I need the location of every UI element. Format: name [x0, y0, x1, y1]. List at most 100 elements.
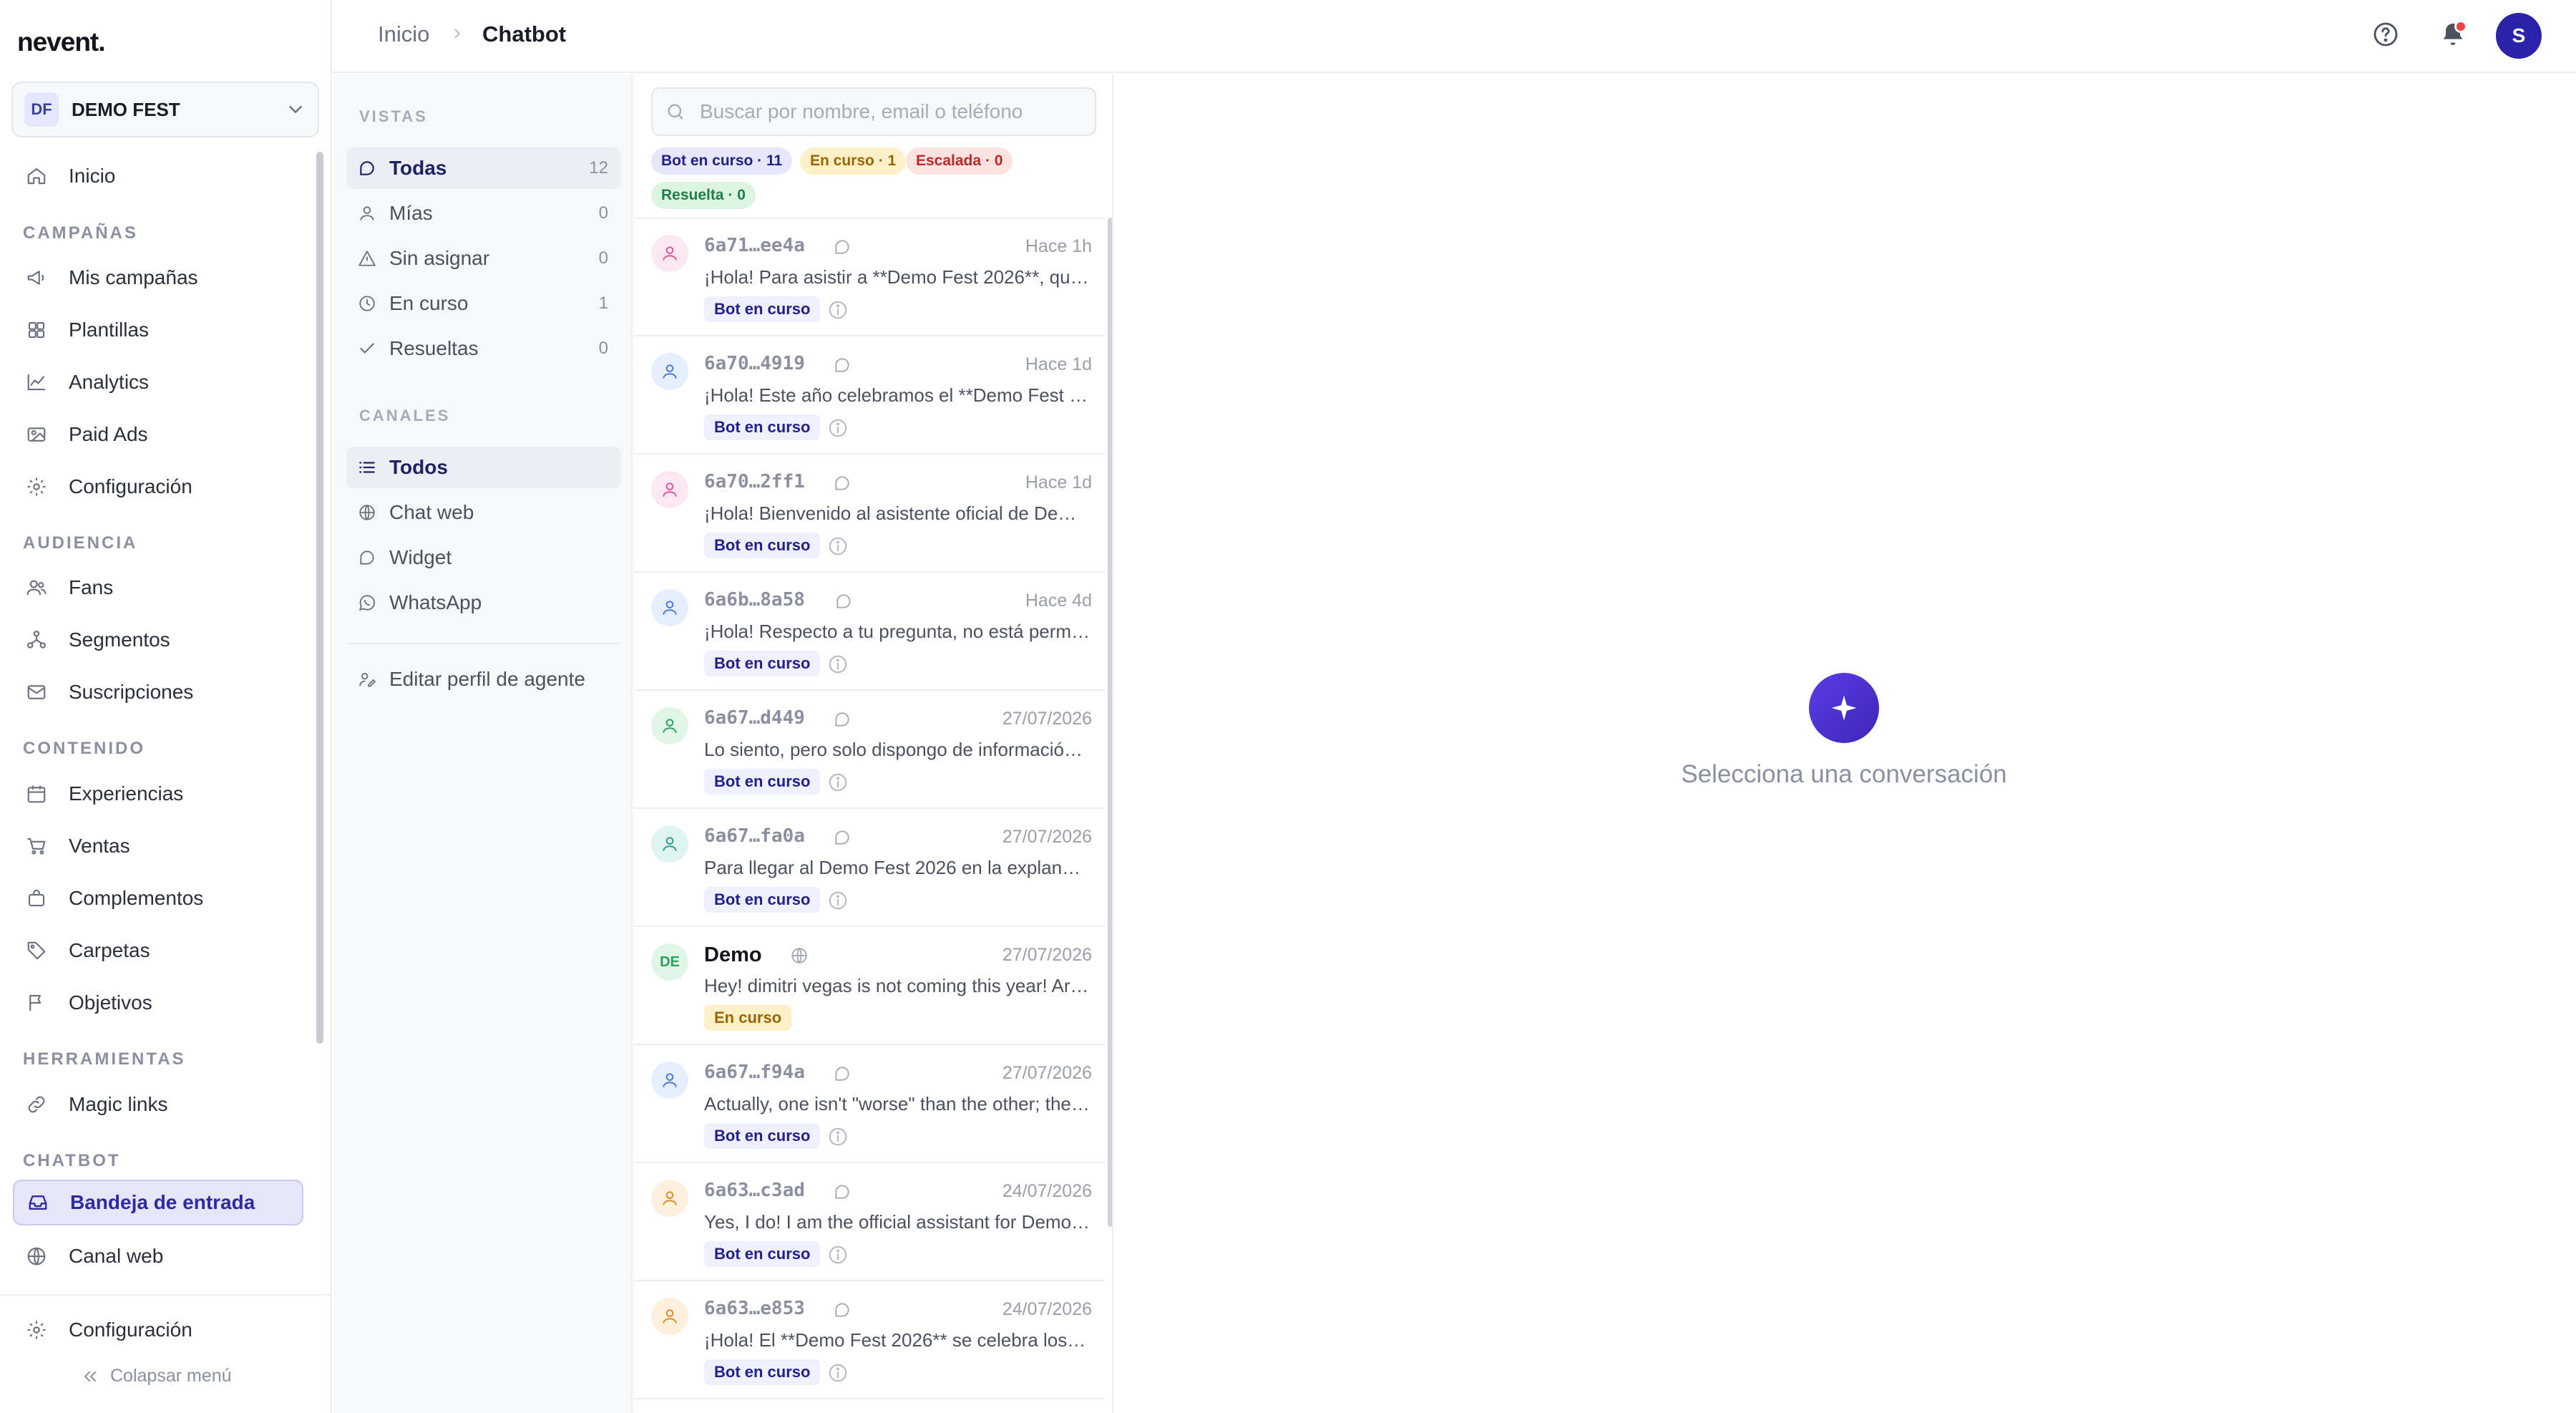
status-chip-bot-en-curso[interactable]: Bot en curso · 11: [651, 147, 793, 175]
channel-chat-web[interactable]: Chat web: [346, 492, 621, 533]
info-icon[interactable]: [827, 299, 849, 321]
sidebar-scrollbar[interactable]: [316, 152, 323, 1044]
calendar-icon: [27, 785, 46, 803]
collapse-menu-button[interactable]: Colapsar menú: [82, 1366, 232, 1387]
conversation-row[interactable]: 6a63…e853 24/07/2026 ¡Hola! El **Demo Fest…: [634, 1282, 1105, 1399]
conversation-preview: ¡Hola! Para asistir a **Demo Fest 2026**…: [704, 266, 1091, 288]
conversation-row[interactable]: 6a70…4919 Hace 1d ¡Hola! Este año celebram…: [634, 337, 1105, 455]
sidebar-item-segmentos[interactable]: Segmentos: [13, 617, 303, 663]
sidebar-item-configuracion-campanas[interactable]: Configuración: [13, 464, 303, 510]
sidebar-item-plantillas[interactable]: Plantillas: [13, 307, 303, 353]
conversation-avatar: [651, 235, 688, 272]
sidebar-item-magic-links[interactable]: Magic links: [13, 1082, 303, 1127]
info-icon[interactable]: [827, 417, 849, 439]
sidebar-item-suscripciones[interactable]: Suscripciones: [13, 669, 303, 715]
conversation-list-panel: Bot en curso · 11 En curso · 1 Escalada …: [634, 74, 1113, 1413]
conversation-avatar: DE: [651, 943, 688, 981]
user-avatar[interactable]: S: [2496, 13, 2542, 59]
sidebar-item-complementos[interactable]: Complementos: [13, 875, 303, 921]
view-resueltas[interactable]: Resueltas 0: [346, 328, 621, 369]
conversation-row[interactable]: 6a70…2ff1 Hace 1d ¡Hola! Bienvenido al asi…: [634, 455, 1105, 573]
nevent-logo[interactable]: nevent.: [17, 27, 106, 57]
gear-icon: [27, 477, 46, 496]
status-chip-resuelta[interactable]: Resuelta · 0: [651, 182, 756, 209]
sidebar-item-inicio[interactable]: Inicio: [13, 153, 303, 199]
conversation-status-badge: Bot en curso: [704, 1241, 821, 1267]
sidebar-item-mis-campanas[interactable]: Mis campañas: [13, 255, 303, 301]
info-icon[interactable]: [827, 535, 849, 557]
conversation-preview: Lo siento, pero solo dispongo de informa…: [704, 739, 1091, 760]
search-box[interactable]: [651, 87, 1096, 136]
sidebar-item-objetivos[interactable]: Objetivos: [13, 980, 303, 1026]
section-contenido: CONTENIDO: [23, 739, 145, 758]
conversation-name: 6a63…e853: [704, 1298, 805, 1319]
conversation-row[interactable]: 6a71…ee4a Hace 1h ¡Hola! Para asistir a **…: [634, 219, 1105, 336]
app-sidebar: nevent. DF DEMO FEST Inicio CAMPAÑAS Mis…: [0, 0, 332, 1413]
chat-bubble-icon: [360, 550, 374, 565]
view-label: Sin asignar: [389, 247, 490, 269]
mail-icon: [27, 685, 46, 699]
info-icon[interactable]: [827, 1126, 849, 1147]
sidebar-item-fans[interactable]: Fans: [13, 565, 303, 611]
sidebar-item-label: Inicio: [69, 165, 116, 187]
conversation-name: 6a67…fa0a: [704, 825, 805, 847]
view-label: Resueltas: [389, 337, 479, 359]
conversation-time: 24/07/2026: [1002, 1299, 1092, 1319]
conversation-avatar: [651, 471, 688, 508]
sidebar-item-ventas[interactable]: Ventas: [13, 823, 303, 869]
sidebar-item-label: Objetivos: [69, 991, 152, 1014]
list-scrollbar[interactable]: [1108, 218, 1112, 1227]
info-icon[interactable]: [827, 772, 849, 793]
conversation-row[interactable]: 6a63…c3ad 24/07/2026 Yes, I do! I am the o…: [634, 1164, 1105, 1281]
info-icon[interactable]: [827, 654, 849, 675]
tag-icon: [27, 941, 46, 960]
info-icon[interactable]: [827, 890, 849, 911]
sidebar-item-bandeja-de-entrada[interactable]: Bandeja de entrada: [13, 1180, 303, 1225]
info-icon[interactable]: [827, 1362, 849, 1384]
channel-todos[interactable]: Todos: [346, 447, 621, 488]
help-icon[interactable]: [2371, 20, 2400, 49]
conversation-row[interactable]: 6a67…fa0a 27/07/2026 Para llegar al Demo F…: [634, 810, 1105, 927]
channel-widget[interactable]: Widget: [346, 537, 621, 578]
conversation-row[interactable]: DE Demo 27/07/2026 Hey! dimitri vegas is no…: [634, 928, 1105, 1045]
conversation-avatar: [651, 1062, 688, 1099]
flag-icon: [29, 994, 42, 1011]
sidebar-item-label: Ventas: [69, 835, 130, 857]
view-label: Todas: [389, 157, 447, 179]
chat-bubble-icon: [833, 356, 852, 374]
sidebar-item-carpetas[interactable]: Carpetas: [13, 928, 303, 973]
conversation-row[interactable]: 6a67…f94a 27/07/2026 Actually, one isn't "…: [634, 1046, 1105, 1163]
search-input[interactable]: [700, 100, 1086, 123]
organization-switcher[interactable]: DF DEMO FEST: [11, 82, 319, 137]
view-todas[interactable]: Todas 12: [346, 147, 621, 189]
conversation-preview: Yes, I do! I am the official assistant f…: [704, 1211, 1091, 1233]
conversation-status-badge: Bot en curso: [704, 533, 821, 558]
sidebar-item-label: Bandeja de entrada: [70, 1191, 255, 1213]
sidebar-item-configuracion[interactable]: Configuración: [13, 1307, 303, 1353]
view-en-curso[interactable]: En curso 1: [346, 283, 621, 324]
sidebar-item-label: Experiencias: [69, 782, 184, 805]
sidebar-item-paid-ads[interactable]: Paid Ads: [13, 412, 303, 457]
info-icon[interactable]: [827, 1244, 849, 1266]
sidebar-item-label: Paid Ads: [69, 423, 148, 445]
sidebar-item-label: Magic links: [69, 1093, 168, 1115]
chevron-down-icon: [289, 106, 302, 114]
view-count: 12: [589, 158, 608, 178]
conversation-avatar: [651, 707, 688, 744]
view-mias[interactable]: Mías 0: [346, 193, 621, 234]
status-chip-en-curso[interactable]: En curso · 1: [800, 147, 907, 175]
channel-whatsapp[interactable]: WhatsApp: [346, 582, 621, 623]
view-sin-asignar[interactable]: Sin asignar 0: [346, 238, 621, 279]
whatsapp-icon: [358, 595, 375, 611]
conversation-preview: ¡Hola! Bienvenido al asistente oficial d…: [704, 502, 1091, 524]
section-campanas: CAMPAÑAS: [23, 223, 138, 243]
sidebar-item-canal-web[interactable]: Canal web: [13, 1233, 303, 1279]
globe-icon: [27, 1247, 46, 1266]
breadcrumb-home[interactable]: Inicio: [378, 21, 429, 47]
conversation-row[interactable]: 6a6b…8a58 Hace 4d ¡Hola! Respecto a tu pre…: [634, 573, 1105, 691]
edit-agent-profile-link[interactable]: Editar perfil de agente: [346, 659, 621, 700]
sidebar-item-experiencias[interactable]: Experiencias: [13, 771, 303, 817]
conversation-row[interactable]: 6a67…d449 27/07/2026 Lo siento, pero solo …: [634, 691, 1105, 809]
status-chip-escalada[interactable]: Escalada · 0: [906, 147, 1013, 175]
sidebar-item-analytics[interactable]: Analytics: [13, 359, 303, 405]
